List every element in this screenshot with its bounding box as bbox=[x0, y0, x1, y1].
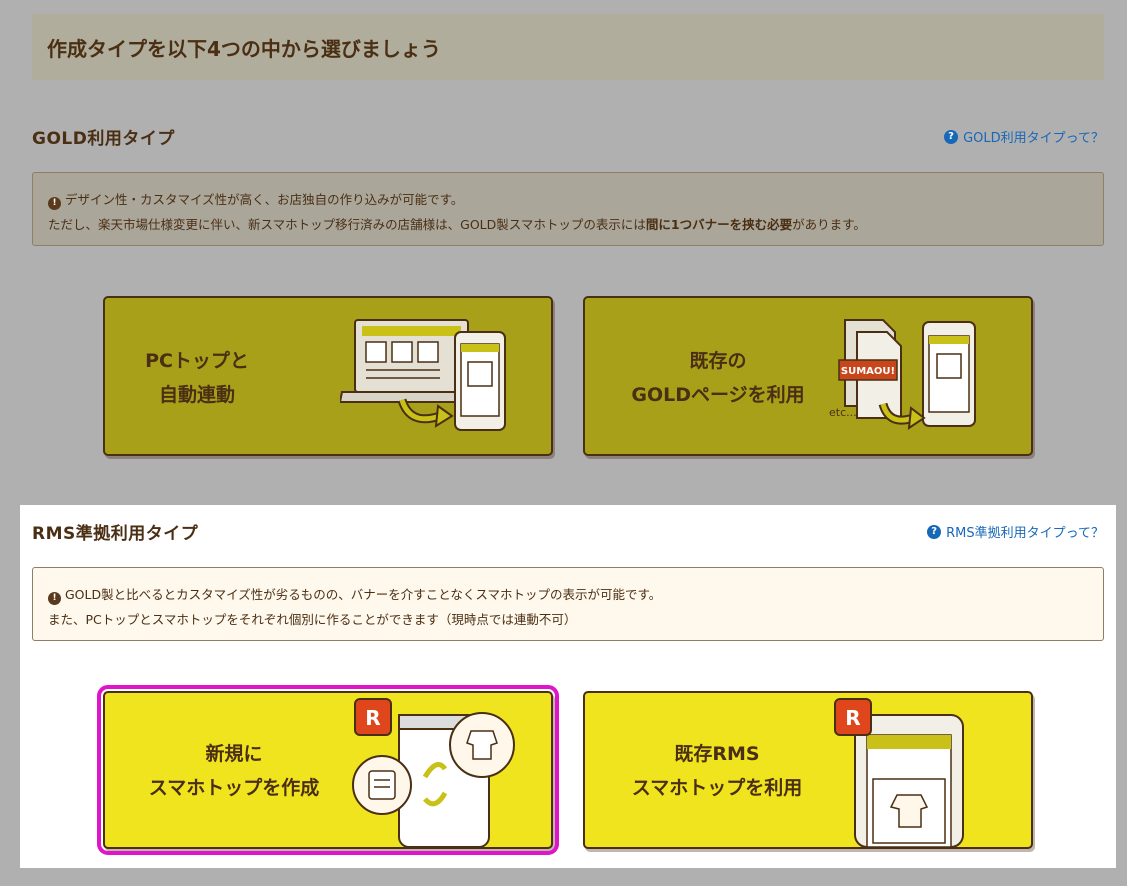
exclamation-circle-icon: ! bbox=[48, 592, 61, 605]
card-label: 新規に スマホトップを作成 bbox=[148, 743, 320, 799]
existing-phone-illustration: R bbox=[834, 698, 964, 847]
new-page-illustration: R bbox=[352, 698, 515, 847]
gold-notice-line1: ! デザイン性・カスタマイズ性が高く、お店独自の作り込みが可能です。 bbox=[48, 187, 1088, 212]
rakuten-r-badge: R bbox=[845, 706, 860, 730]
etc-label: etc... bbox=[829, 406, 857, 419]
sumaou-badge: SUMAOU! bbox=[841, 366, 895, 377]
card-label: PCトップと 自動連動 bbox=[145, 350, 249, 406]
rms-help-link-label: RMS準拠利用タイプって？ bbox=[946, 526, 1104, 541]
rms-notice-line1: ! GOLD製と比べるとカスタマイズ性が劣るものの、バナーを介すことなくスマホトッ… bbox=[48, 582, 1088, 607]
question-circle-icon: ? bbox=[944, 129, 959, 144]
rms-notice: ! GOLD製と比べるとカスタマイズ性が劣るものの、バナーを介すことなくスマホトッ… bbox=[32, 567, 1104, 641]
card-label: 既存RMS スマホトップを利用 bbox=[631, 743, 803, 799]
question-circle-icon: ? bbox=[927, 524, 942, 539]
gold-help-link[interactable]: ? GOLD利用タイプって？ bbox=[944, 127, 1104, 146]
rakuten-r-badge: R bbox=[365, 706, 380, 730]
card-pc-top-auto-link[interactable]: PCトップと 自動連動 bbox=[103, 296, 553, 456]
card-label: 既存の GOLDページを利用 bbox=[631, 350, 805, 406]
gold-notice: ! デザイン性・カスタマイズ性が高く、お店独自の作り込みが可能です。 ただし、楽天… bbox=[32, 172, 1104, 246]
page-title: 作成タイプを以下4つの中から選びましょう bbox=[32, 14, 1104, 80]
rms-help-link[interactable]: ? RMS準拠利用タイプって？ bbox=[927, 522, 1104, 541]
gold-section-header: GOLD利用タイプ ? GOLD利用タイプって？ bbox=[32, 124, 1104, 149]
exclamation-circle-icon: ! bbox=[48, 197, 61, 210]
rms-section-title: RMS準拠利用タイプ bbox=[32, 524, 199, 544]
rms-notice-line2: また、PCトップとスマホトップをそれぞれ個別に作ることができます（現時点では連動… bbox=[48, 612, 577, 627]
gold-section-title: GOLD利用タイプ bbox=[32, 129, 175, 149]
rms-section-header: RMS準拠利用タイプ ? RMS準拠利用タイプって？ bbox=[32, 519, 1104, 544]
gold-help-link-label: GOLD利用タイプって？ bbox=[963, 131, 1104, 146]
laptop-phone-illustration bbox=[340, 319, 506, 431]
card-existing-rms-smartphone-top[interactable]: 既存RMS スマホトップを利用 R bbox=[583, 691, 1033, 849]
card-existing-gold-page[interactable]: 既存の GOLDページを利用 SUMAOU! etc... bbox=[583, 296, 1033, 456]
document-phone-illustration: SUMAOU! etc... bbox=[829, 319, 976, 431]
gold-notice-line2: ただし、楽天市場仕様変更に伴い、新スマホトップ移行済みの店舗様は、GOLD製スマ… bbox=[48, 217, 866, 232]
card-new-smartphone-top[interactable]: 新規に スマホトップを作成 R bbox=[97, 685, 559, 855]
